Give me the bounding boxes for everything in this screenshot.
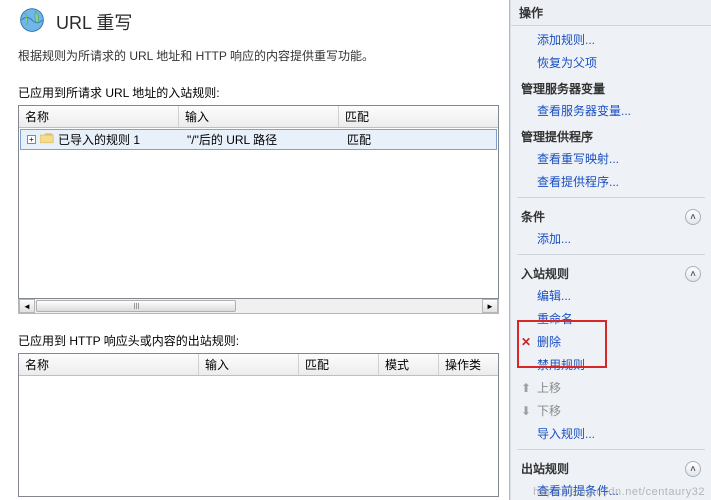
- outbound-grid-header: 名称 输入 匹配 模式 操作类: [19, 354, 498, 376]
- globe-icon: [18, 6, 46, 37]
- move-up-link: ⬆ 上移: [511, 376, 711, 399]
- col-input-header[interactable]: 输入: [179, 106, 339, 127]
- inbound-rules-grid: 名称 输入 匹配 + 已导入的规则 1 "/"后的 URL 路径 匹配: [18, 105, 499, 299]
- outbound-rules-grid: 名称 输入 匹配 模式 操作类: [18, 353, 499, 497]
- providers-title: 管理提供程序: [511, 122, 711, 147]
- rule-match: 匹配: [341, 130, 496, 149]
- col-op-header[interactable]: 操作类: [439, 354, 498, 375]
- col-match-header[interactable]: 匹配: [339, 106, 498, 127]
- delete-rule-link[interactable]: ✕ 删除: [511, 330, 711, 353]
- edit-rule-link[interactable]: 编辑...: [511, 284, 711, 307]
- disable-rule-link[interactable]: 禁用规则: [511, 353, 711, 376]
- view-server-vars-link[interactable]: 查看服务器变量...: [511, 99, 711, 122]
- inbound-rules-title[interactable]: 入站规则 ˄: [511, 259, 711, 284]
- collapse-icon[interactable]: ˄: [685, 461, 701, 477]
- view-providers-link[interactable]: 查看提供程序...: [511, 170, 711, 193]
- page-description: 根据规则为所请求的 URL 地址和 HTTP 响应的内容提供重写功能。: [18, 47, 499, 64]
- view-rewrite-map-link[interactable]: 查看重写映射...: [511, 147, 711, 170]
- page-header: URL 重写: [18, 6, 499, 37]
- collapse-icon[interactable]: ˄: [685, 266, 701, 282]
- scroll-left-icon[interactable]: ◄: [19, 299, 35, 313]
- restore-parent-link[interactable]: 恢复为父项: [511, 51, 711, 74]
- add-condition-link[interactable]: 添加...: [511, 227, 711, 250]
- col-name-header[interactable]: 名称: [19, 106, 179, 127]
- outbound-grid-body[interactable]: [19, 376, 498, 496]
- watermark: https://blog.csdn.net/centaury32: [533, 486, 705, 498]
- move-down-link: ⬇ 下移: [511, 399, 711, 422]
- rename-rule-link[interactable]: 重命名: [511, 307, 711, 330]
- arrow-up-icon: ⬆: [519, 381, 533, 395]
- delete-icon: ✕: [519, 335, 533, 349]
- col-name-header[interactable]: 名称: [19, 354, 199, 375]
- table-row[interactable]: + 已导入的规则 1 "/"后的 URL 路径 匹配: [20, 129, 497, 150]
- actions-panel: 操作 添加规则... 恢复为父项 管理服务器变量 查看服务器变量... 管理提供…: [510, 0, 711, 500]
- inbound-grid-body[interactable]: + 已导入的规则 1 "/"后的 URL 路径 匹配: [19, 128, 498, 298]
- inbound-scrollbar[interactable]: ◄ ►: [18, 299, 499, 314]
- arrow-down-icon: ⬇: [519, 404, 533, 418]
- import-rules-link[interactable]: 导入规则...: [511, 422, 711, 445]
- collapse-icon[interactable]: ˄: [685, 209, 701, 225]
- actions-panel-title: 操作: [511, 0, 711, 26]
- manage-vars-title: 管理服务器变量: [511, 74, 711, 99]
- inbound-grid-header: 名称 输入 匹配: [19, 106, 498, 128]
- rule-name: 已导入的规则 1: [58, 131, 140, 148]
- inbound-section-label: 已应用到所请求 URL 地址的入站规则:: [18, 84, 499, 101]
- conditions-title[interactable]: 条件 ˄: [511, 202, 711, 227]
- col-input-header[interactable]: 输入: [199, 354, 299, 375]
- outbound-section-label: 已应用到 HTTP 响应头或内容的出站规则:: [18, 332, 499, 349]
- scroll-right-icon[interactable]: ►: [482, 299, 498, 313]
- outbound-rules-title[interactable]: 出站规则 ˄: [511, 454, 711, 479]
- rule-input: "/"后的 URL 路径: [181, 130, 341, 149]
- folder-icon: [40, 133, 54, 147]
- add-rule-link[interactable]: 添加规则...: [511, 28, 711, 51]
- expand-icon[interactable]: +: [27, 135, 36, 144]
- col-mode-header[interactable]: 模式: [379, 354, 439, 375]
- col-match-header[interactable]: 匹配: [299, 354, 379, 375]
- page-title: URL 重写: [56, 9, 132, 35]
- scroll-thumb[interactable]: [36, 300, 236, 312]
